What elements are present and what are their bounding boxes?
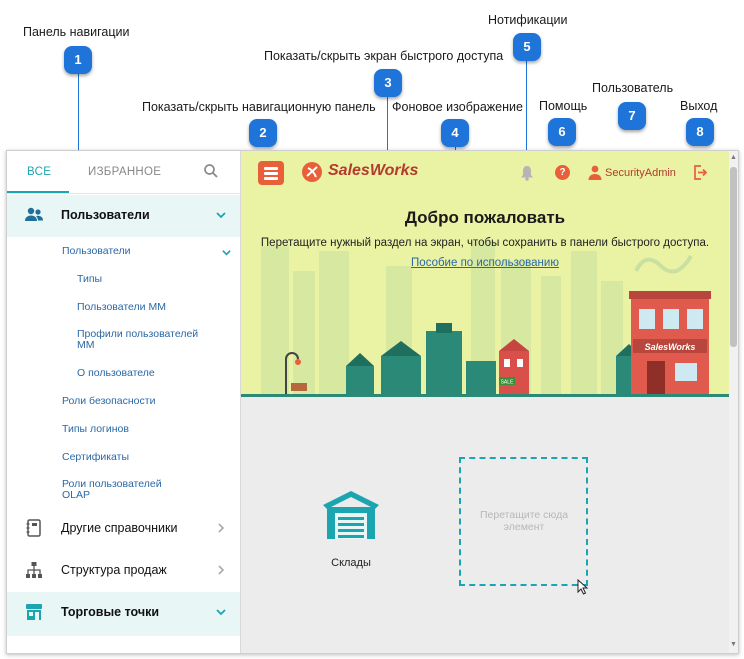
sidebar-item-users[interactable]: Пользователи — [7, 197, 240, 233]
sidebar-subitem-security-roles[interactable]: Роли безопасности — [62, 396, 155, 407]
notebook-icon — [26, 519, 41, 537]
annotation-label-3: Показать/скрыть экран быстрого доступа — [264, 49, 504, 63]
quick-access-drop-zone[interactable]: Перетащите сюда элемент — [459, 457, 588, 586]
annotation-badge-3: 3 — [374, 69, 402, 97]
annotation-badge-6: 6 — [548, 118, 576, 146]
annotation-label-6: Помощь — [539, 99, 588, 113]
chevron-down-icon — [222, 250, 231, 256]
tile-label: Склады — [331, 557, 371, 569]
tab-all[interactable]: ВСЕ — [27, 166, 51, 178]
navigation-panel: ВСЕ ИЗБРАННОЕ Пользователи Пользователи — [7, 151, 241, 653]
active-tab-indicator — [7, 191, 69, 193]
store-icon — [26, 604, 42, 620]
annotation-label-5: Нотификации — [488, 13, 568, 27]
sidebar-item-label: Пользователи — [61, 208, 150, 222]
scrollbar[interactable]: ▲ ▼ — [729, 151, 738, 653]
sidebar-subitem-certificates[interactable]: Сертификаты — [62, 452, 129, 463]
brand-logo-quick-access-toggle[interactable]: SalesWorks — [328, 162, 418, 180]
welcome-title: Добро пожаловать — [404, 208, 566, 227]
drop-zone-text: Перетащите сюда элемент — [479, 509, 569, 533]
annotation-badge-2: 2 — [249, 119, 277, 147]
annotation-label-2: Показать/скрыть навигационную панель — [142, 100, 376, 114]
search-icon[interactable] — [203, 163, 219, 179]
quick-access-tile-warehouses[interactable]: Склады — [319, 487, 383, 579]
main-area: SalesWorks SALE SalesWorks ? SecurityAdm… — [241, 151, 729, 653]
annotation-label-8: Выход — [680, 99, 718, 113]
sidebar-item-sales-structure[interactable]: Структура продаж — [7, 552, 240, 588]
annotation-badge-5: 5 — [513, 33, 541, 61]
scroll-up-icon[interactable]: ▲ — [730, 154, 737, 161]
users-icon — [25, 207, 43, 221]
user-name[interactable]: SecurityAdmin — [605, 167, 676, 179]
sidebar-subitem-user-profiles-mm[interactable]: Профили пользователей ММ — [77, 329, 212, 351]
warehouse-icon — [323, 491, 379, 539]
annotation-badge-4: 4 — [441, 119, 469, 147]
sidebar-subitem-about-user[interactable]: О пользователе — [77, 368, 155, 379]
annotation-badge-7: 7 — [618, 102, 646, 130]
city-skyline-illustration: SalesWorks SALE — [241, 241, 729, 397]
annotation-badge-8: 8 — [686, 118, 714, 146]
chevron-right-icon — [218, 523, 225, 533]
sidebar-item-other-directories[interactable]: Другие справочники — [7, 510, 240, 546]
sidebar-item-label: Торговые точки — [61, 605, 160, 619]
background-image: SalesWorks SALE SalesWorks ? SecurityAdm… — [241, 151, 729, 397]
sidebar-subitem-users[interactable]: Пользователи — [62, 246, 131, 257]
user-guide-link[interactable]: Пособие по использованию — [241, 257, 729, 269]
app-window: ВСЕ ИЗБРАННОЕ Пользователи Пользователи — [6, 150, 739, 654]
sidebar-subitem-users-mm[interactable]: Пользователи ММ — [77, 302, 166, 313]
sidebar-subitem-login-types[interactable]: Типы логинов — [62, 424, 129, 435]
logout-icon[interactable] — [693, 165, 707, 180]
sidebar-item-label: Структура продаж — [61, 563, 167, 577]
sidebar-tabs: ВСЕ ИЗБРАННОЕ — [7, 151, 240, 194]
user-icon[interactable] — [588, 165, 602, 180]
annotation-label-7: Пользователь — [592, 81, 674, 95]
welcome-subtitle: Перетащите нужный раздел на экран, чтобы… — [260, 237, 710, 249]
annotation-badge-1: 1 — [64, 46, 92, 74]
help-button[interactable]: ? — [555, 165, 570, 180]
mouse-cursor-icon — [577, 579, 589, 595]
toggle-navigation-button[interactable] — [258, 161, 284, 185]
annotation-label-4: Фоновое изображение — [392, 100, 523, 114]
chevron-right-icon — [218, 565, 225, 575]
sale-sign-text: SALE — [501, 380, 514, 386]
chevron-down-icon — [216, 609, 226, 616]
scroll-down-icon[interactable]: ▼ — [730, 641, 737, 648]
chevron-down-icon — [216, 212, 226, 219]
saleswork-logo-icon[interactable] — [301, 161, 323, 183]
store-sign-text: SalesWorks — [645, 342, 696, 352]
notifications-bell-icon[interactable] — [520, 165, 534, 181]
scrollbar-thumb[interactable] — [730, 167, 737, 347]
sidebar-subitem-types[interactable]: Типы — [77, 274, 102, 285]
hierarchy-icon — [26, 562, 42, 578]
annotation-label-1: Панель навигации — [23, 25, 130, 39]
annotation-line-5 — [526, 60, 527, 164]
sidebar-subitem-olap-roles[interactable]: Роли пользователей OLAP — [62, 479, 172, 501]
sidebar-item-outlets[interactable]: Торговые точки — [7, 594, 240, 630]
sidebar-item-label: Другие справочники — [61, 521, 178, 535]
tab-favorites[interactable]: ИЗБРАННОЕ — [88, 166, 161, 178]
